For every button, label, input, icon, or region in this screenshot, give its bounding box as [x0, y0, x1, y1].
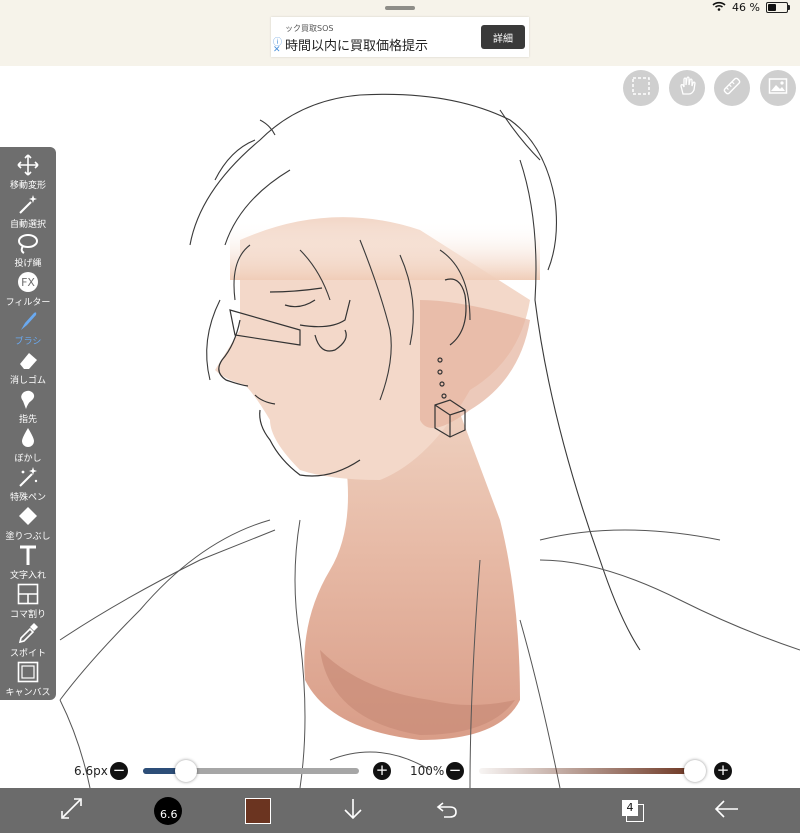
tool-brush[interactable]: ブラシ: [0, 308, 56, 347]
fill-bucket-icon: [16, 504, 40, 528]
tool-panel: 移動変形 自動選択 投げ縄 FX フィルター ブラシ 消しゴム 指先 ぼかし 特…: [0, 147, 56, 700]
hand-icon: [677, 76, 697, 100]
bottom-toolbar: 6.6 4: [0, 788, 800, 833]
tool-label: フィルター: [5, 298, 51, 308]
tool-label: 塗りつぶし: [5, 532, 51, 542]
selection-tool-button[interactable]: [623, 70, 659, 106]
tool-label: ブラシ: [14, 337, 42, 347]
brush-size-decrease-button[interactable]: −: [110, 762, 128, 780]
brush-icon: [16, 309, 40, 333]
tool-fill[interactable]: 塗りつぶし: [0, 503, 56, 542]
window-grabber[interactable]: [385, 6, 415, 10]
undo-icon: [435, 799, 459, 823]
transform-icon: [60, 797, 84, 825]
image-icon: [768, 76, 788, 100]
brush-size-label: 6.6px: [74, 764, 108, 778]
brush-size-preview-button[interactable]: 6.6: [148, 788, 188, 833]
layer-count: 4: [622, 799, 638, 816]
tool-label: コマ割り: [9, 610, 46, 620]
finger-icon: [16, 387, 40, 411]
download-button[interactable]: [333, 788, 373, 833]
color-button[interactable]: [238, 788, 278, 833]
transform-button[interactable]: [52, 788, 92, 833]
undo-button[interactable]: [427, 788, 467, 833]
tool-label: 指先: [18, 415, 37, 425]
ad-banner[interactable]: ⓘ ✕ ック買取SOS 時間以内に買取価格提示 詳細: [271, 17, 529, 57]
tool-label: スポイト: [9, 649, 46, 659]
opacity-decrease-button[interactable]: −: [446, 762, 464, 780]
back-button[interactable]: [707, 788, 747, 833]
ad-detail-button[interactable]: 詳細: [481, 25, 525, 49]
back-arrow-icon: [714, 799, 740, 823]
color-swatch: [245, 797, 271, 824]
tool-eyedropper[interactable]: スポイト: [0, 620, 56, 659]
ruler-tool-button[interactable]: [714, 70, 750, 106]
eyedropper-icon: [16, 621, 40, 645]
magic-wand-icon: [16, 192, 40, 216]
blur-drop-icon: [16, 426, 40, 450]
tool-label: キャンバス: [5, 688, 51, 698]
ad-close-icon[interactable]: ✕: [273, 45, 281, 55]
tool-filter[interactable]: FX フィルター: [0, 269, 56, 308]
ad-main-text: 時間以内に買取価格提示: [285, 39, 429, 54]
tool-canvas[interactable]: キャンバス: [0, 659, 56, 698]
eraser-icon: [16, 348, 40, 372]
download-icon: [342, 797, 364, 825]
text-icon: [16, 543, 40, 567]
status-bar: 46 % ⓘ ✕ ック買取SOS 時間以内に買取価格提示 詳細: [0, 0, 800, 67]
tool-label: 消しゴム: [9, 376, 46, 386]
brush-size-increase-button[interactable]: +: [373, 762, 391, 780]
layers-icon: 4: [622, 799, 644, 822]
tool-smudge[interactable]: 指先: [0, 386, 56, 425]
lasso-icon: [16, 231, 40, 255]
brush-size-preview-text: 6.6: [160, 807, 178, 821]
frame-divider-icon: [16, 582, 40, 606]
image-tool-button[interactable]: [760, 70, 796, 106]
fx-icon: FX: [16, 270, 40, 294]
wifi-icon: [712, 1, 726, 14]
tool-special-pen[interactable]: 特殊ペン: [0, 464, 56, 503]
tool-eraser[interactable]: 消しゴム: [0, 347, 56, 386]
tool-label: 文字入れ: [9, 571, 46, 581]
ruler-icon: [722, 76, 742, 100]
hand-tool-button[interactable]: [669, 70, 705, 106]
opacity-slider[interactable]: [479, 768, 695, 774]
canvas-icon: [16, 660, 40, 684]
status-right: 46 %: [712, 1, 790, 14]
tool-label: 自動選択: [9, 220, 46, 230]
drawing-canvas[interactable]: [0, 66, 800, 788]
tool-label: ぼかし: [14, 454, 42, 464]
battery-icon: [766, 2, 790, 13]
battery-percent: 46 %: [732, 1, 760, 14]
opacity-label: 100%: [410, 764, 445, 778]
tool-label: 投げ縄: [14, 259, 42, 269]
artwork: [59, 93, 800, 788]
tool-text[interactable]: 文字入れ: [0, 542, 56, 581]
special-pen-icon: [16, 465, 40, 489]
tool-blur[interactable]: ぼかし: [0, 425, 56, 464]
selection-icon: [631, 76, 651, 100]
ad-small-text: ック買取SOS: [285, 24, 334, 33]
tool-label: 移動変形: [9, 181, 46, 191]
brush-size-icon: 6.6: [154, 796, 182, 825]
opacity-thumb[interactable]: [684, 760, 706, 782]
tool-lasso[interactable]: 投げ縄: [0, 230, 56, 269]
tool-frame-divider[interactable]: コマ割り: [0, 581, 56, 620]
layers-button[interactable]: 4: [613, 788, 653, 833]
move-icon: [16, 153, 40, 177]
opacity-increase-button[interactable]: +: [714, 762, 732, 780]
svg-text:FX: FX: [21, 276, 35, 289]
tool-auto-select[interactable]: 自動選択: [0, 191, 56, 230]
tool-move-transform[interactable]: 移動変形: [0, 152, 56, 191]
tool-label: 特殊ペン: [9, 493, 46, 503]
